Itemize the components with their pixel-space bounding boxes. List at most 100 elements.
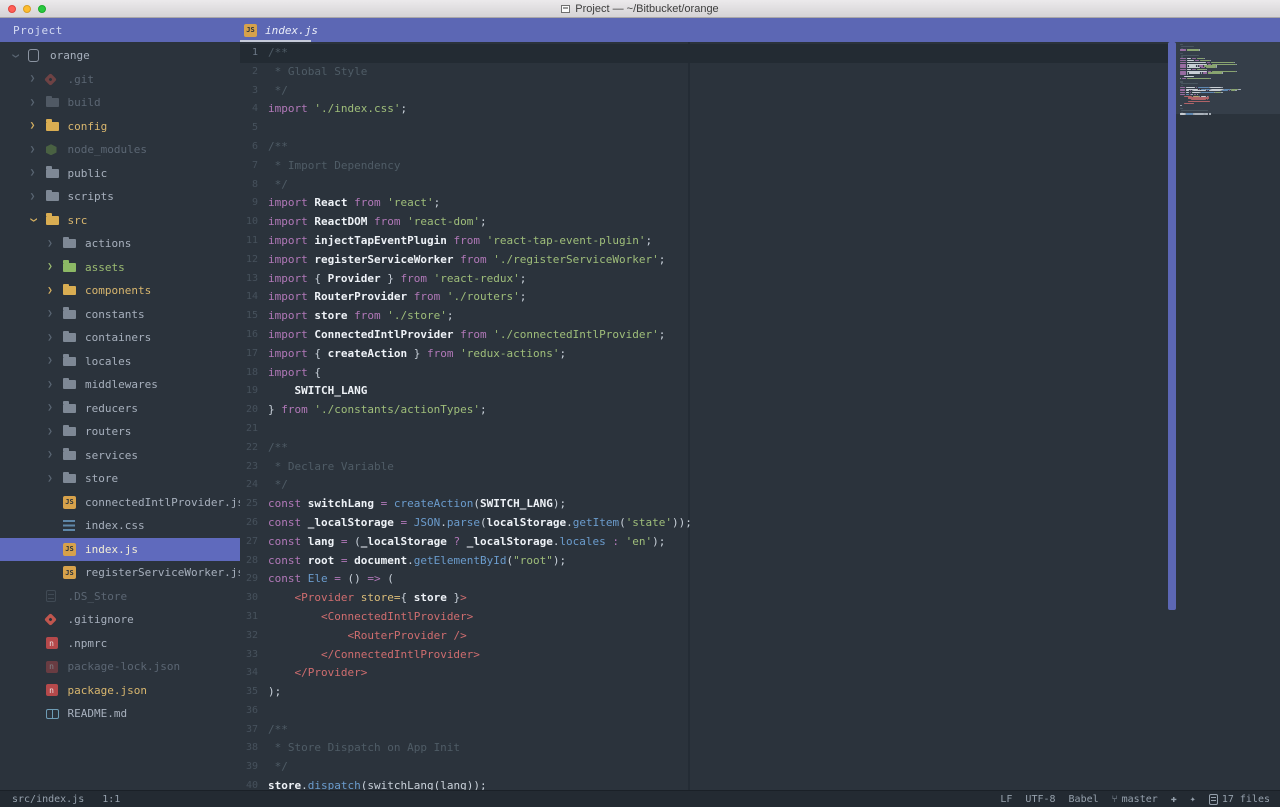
tree-item-services[interactable]: ❯services [0, 444, 240, 468]
tree-item--gitignore[interactable]: .gitignore [0, 608, 240, 632]
code-line[interactable]: 24 */ [240, 476, 1168, 495]
chevron-right-icon[interactable]: ❯ [45, 427, 55, 437]
tree-item-locales[interactable]: ❯locales [0, 350, 240, 374]
code-line[interactable]: 22/** [240, 439, 1168, 458]
code-line[interactable]: 6/** [240, 138, 1168, 157]
code-line[interactable]: 26const _localStorage = JSON.parse(local… [240, 514, 1168, 533]
editor-scrollbar[interactable] [1168, 42, 1176, 790]
tree-item-connectedintlprovider-js[interactable]: JSconnectedIntlProvider.js [0, 491, 240, 515]
code-line[interactable]: 18import { [240, 364, 1168, 383]
tree-item-store[interactable]: ❯store [0, 467, 240, 491]
chevron-right-icon[interactable]: ❯ [28, 192, 38, 202]
chevron-right-icon[interactable]: ❯ [28, 74, 38, 84]
tree-item-node-modules[interactable]: ❯node_modules [0, 138, 240, 162]
chevron-down-icon[interactable]: ❯ [10, 51, 20, 61]
tree-item-scripts[interactable]: ❯scripts [0, 185, 240, 209]
tree-item-package-json[interactable]: npackage.json [0, 679, 240, 703]
code-line[interactable]: 9import React from 'react'; [240, 194, 1168, 213]
code-line[interactable]: 30 <Provider store={ store }> [240, 589, 1168, 608]
code-line[interactable]: 17import { createAction } from 'redux-ac… [240, 345, 1168, 364]
code-line[interactable]: 19 SWITCH_LANG [240, 382, 1168, 401]
tree-item-orange[interactable]: ❯orange [0, 44, 240, 68]
tree-item-reducers[interactable]: ❯reducers [0, 397, 240, 421]
chevron-right-icon[interactable]: ❯ [45, 380, 55, 390]
tree-item-package-lock-json[interactable]: npackage-lock.json [0, 655, 240, 679]
code-line[interactable]: 40store.dispatch(switchLang(lang)); [240, 777, 1168, 790]
tree-item-public[interactable]: ❯public [0, 162, 240, 186]
code-line[interactable]: 31 <ConnectedIntlProvider> [240, 608, 1168, 627]
code-line[interactable]: 36 [240, 702, 1168, 721]
status-item--[interactable]: ✦ [1190, 794, 1196, 805]
chevron-right-icon[interactable]: ❯ [45, 356, 55, 366]
code-line[interactable]: 11import injectTapEventPlugin from 'reac… [240, 232, 1168, 251]
chevron-right-icon[interactable]: ❯ [28, 168, 38, 178]
chevron-right-icon[interactable]: ❯ [28, 145, 38, 155]
minimap[interactable] [1176, 42, 1280, 790]
code-line[interactable]: 21 [240, 420, 1168, 439]
code-line[interactable]: 2 * Global Style [240, 63, 1168, 82]
chevron-right-icon[interactable]: ❯ [45, 403, 55, 413]
chevron-right-icon[interactable]: ❯ [45, 309, 55, 319]
code-line[interactable]: 28const root = document.getElementById("… [240, 552, 1168, 571]
chevron-right-icon[interactable]: ❯ [45, 286, 55, 296]
code-line[interactable]: 4import './index.css'; [240, 100, 1168, 119]
tree-item-build[interactable]: ❯build [0, 91, 240, 115]
status-item--[interactable]: ✚ [1171, 794, 1177, 805]
chevron-right-icon[interactable]: ❯ [45, 450, 55, 460]
tree-item-containers[interactable]: ❯containers [0, 326, 240, 350]
code-line[interactable]: 34 </Provider> [240, 664, 1168, 683]
tree-item-readme-md[interactable]: README.md [0, 702, 240, 726]
tree-item-actions[interactable]: ❯actions [0, 232, 240, 256]
code-line[interactable]: 25const switchLang = createAction(SWITCH… [240, 495, 1168, 514]
chevron-down-icon[interactable]: ❯ [28, 215, 38, 225]
chevron-right-icon[interactable]: ❯ [45, 262, 55, 272]
tree-item-index-js[interactable]: JSindex.js [0, 538, 240, 562]
code-line[interactable]: 10import ReactDOM from 'react-dom'; [240, 213, 1168, 232]
chevron-right-icon[interactable]: ❯ [28, 98, 38, 108]
tab-index-js[interactable]: JS index.js [240, 18, 328, 42]
code-line[interactable]: 3 */ [240, 82, 1168, 101]
code-line[interactable]: 1/** [240, 44, 1168, 63]
tree-item-src[interactable]: ❯src [0, 209, 240, 233]
code-line[interactable]: 7 * Import Dependency [240, 157, 1168, 176]
chevron-right-icon[interactable]: ❯ [45, 474, 55, 484]
code-line[interactable]: 27const lang = (_localStorage ? _localSt… [240, 533, 1168, 552]
code-line[interactable]: 39 */ [240, 758, 1168, 777]
status-item-lf[interactable]: LF [1000, 794, 1012, 805]
tree-item-components[interactable]: ❯components [0, 279, 240, 303]
zoom-button[interactable] [38, 5, 46, 13]
chevron-right-icon[interactable]: ❯ [45, 239, 55, 249]
tree-item--ds-store[interactable]: .DS_Store [0, 585, 240, 609]
tree-item-index-css[interactable]: index.css [0, 514, 240, 538]
tree-item-constants[interactable]: ❯constants [0, 303, 240, 327]
code-line[interactable]: 15import store from './store'; [240, 307, 1168, 326]
tree-item-routers[interactable]: ❯routers [0, 420, 240, 444]
code-line[interactable]: 29const Ele = () => ( [240, 570, 1168, 589]
tree-item--npmrc[interactable]: n.npmrc [0, 632, 240, 656]
tree-item--git[interactable]: ❯.git [0, 68, 240, 92]
tree-item-config[interactable]: ❯config [0, 115, 240, 139]
code-line[interactable]: 35); [240, 683, 1168, 702]
tree-item-middlewares[interactable]: ❯middlewares [0, 373, 240, 397]
code-line[interactable]: 16import ConnectedIntlProvider from './c… [240, 326, 1168, 345]
status-item-master[interactable]: ⑂master [1112, 794, 1158, 805]
scrollbar-thumb[interactable] [1168, 42, 1176, 610]
code-line[interactable]: 12import registerServiceWorker from './r… [240, 251, 1168, 270]
chevron-right-icon[interactable]: ❯ [45, 333, 55, 343]
status-item-17-files[interactable]: 17 files [1209, 794, 1270, 805]
code-line[interactable]: 13import { Provider } from 'react-redux'… [240, 270, 1168, 289]
tree-item-registerserviceworker-js[interactable]: JSregisterServiceWorker.js [0, 561, 240, 585]
code-line[interactable]: 20} from './constants/actionTypes'; [240, 401, 1168, 420]
code-line[interactable]: 14import RouterProvider from './routers'… [240, 288, 1168, 307]
close-button[interactable] [8, 5, 16, 13]
code-line[interactable]: 38 * Store Dispatch on App Init [240, 739, 1168, 758]
code-line[interactable]: 5 [240, 119, 1168, 138]
minimize-button[interactable] [23, 5, 31, 13]
code-line[interactable]: 23 * Declare Variable [240, 458, 1168, 477]
code-line[interactable]: 33 </ConnectedIntlProvider> [240, 646, 1168, 665]
tree-item-assets[interactable]: ❯assets [0, 256, 240, 280]
code-line[interactable]: 8 */ [240, 176, 1168, 195]
chevron-right-icon[interactable]: ❯ [28, 121, 38, 131]
code-editor[interactable]: 1/**2 * Global Style3 */4import './index… [240, 42, 1168, 790]
code-line[interactable]: 32 <RouterProvider /> [240, 627, 1168, 646]
